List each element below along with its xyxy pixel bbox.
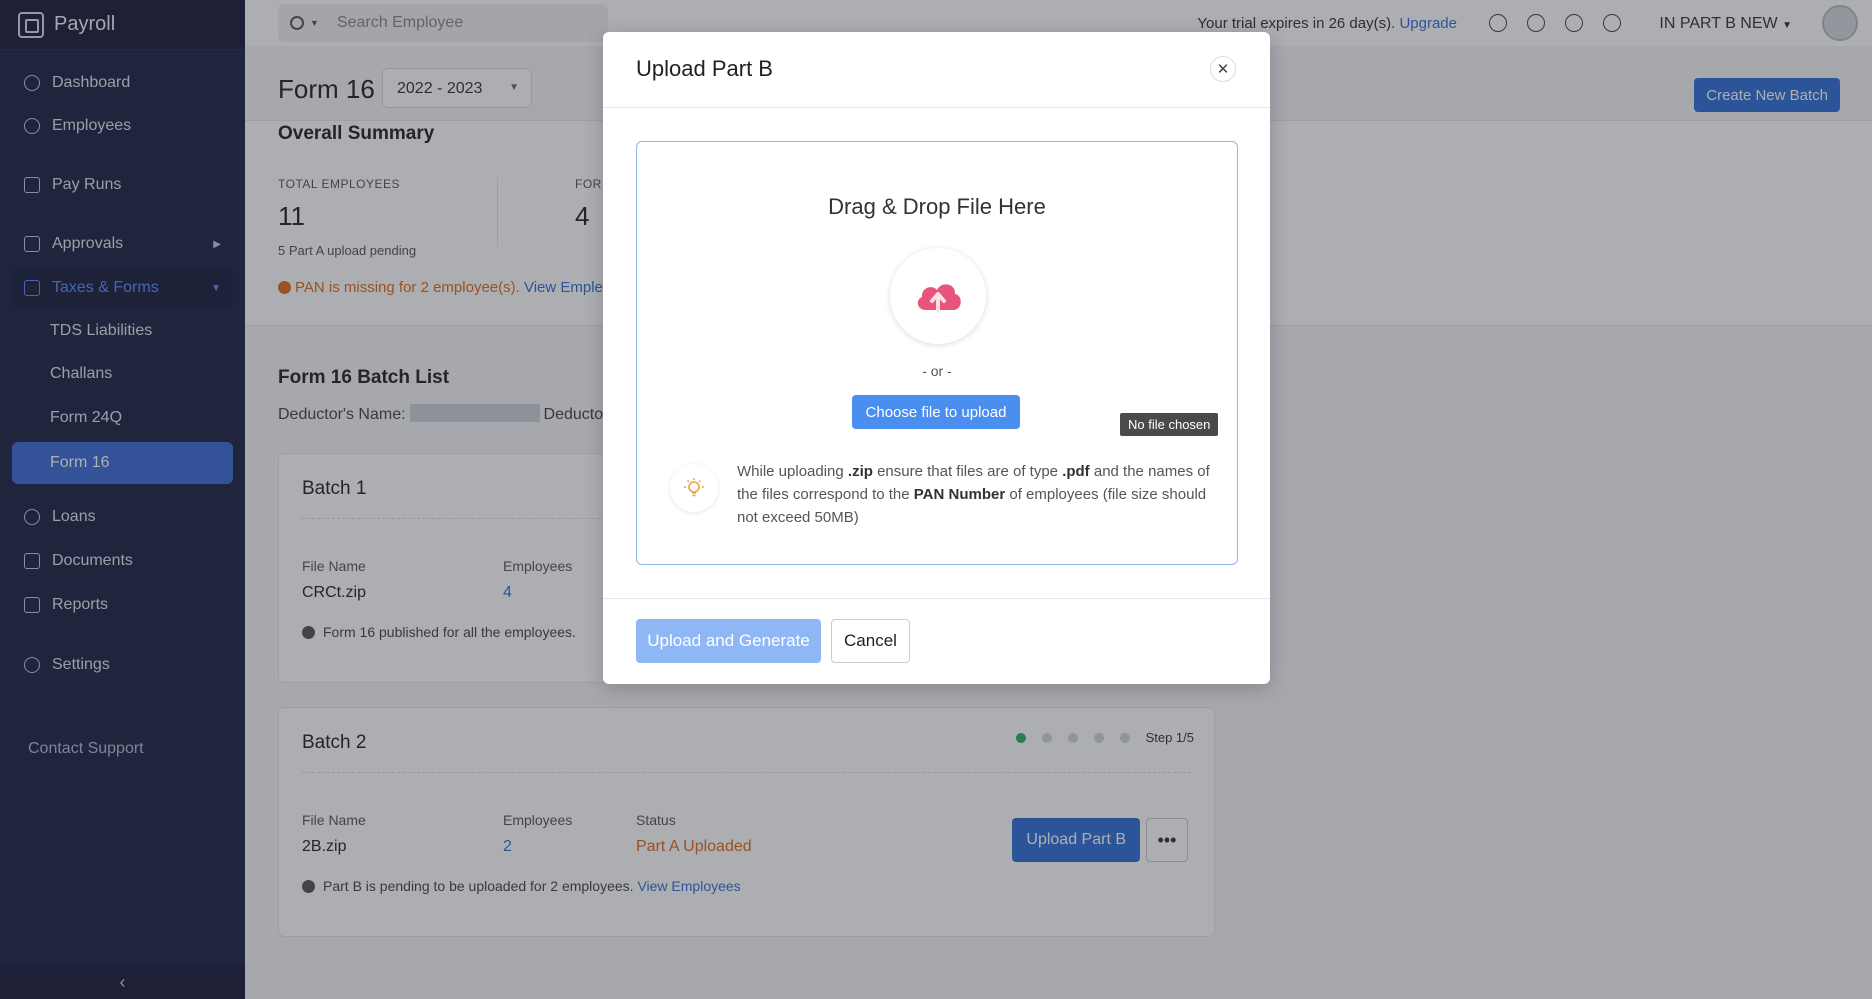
no-file-tooltip: No file chosen: [1120, 413, 1219, 436]
bulb-icon: [670, 464, 718, 512]
upload-and-generate-button[interactable]: Upload and Generate: [636, 619, 821, 663]
cloud-upload-icon: [890, 248, 986, 344]
close-icon: ✕: [1216, 61, 1230, 78]
or-separator: - or -: [922, 363, 952, 379]
hint-part: While uploading: [737, 463, 848, 480]
modal-footer: Upload and Generate Cancel: [603, 598, 1270, 684]
upload-part-b-modal: Upload Part B ✕ Drag & Drop File Here - …: [603, 32, 1270, 684]
modal-header: Upload Part B ✕: [603, 32, 1270, 108]
dropzone-title: Drag & Drop File Here: [828, 194, 1046, 219]
close-button[interactable]: ✕: [1210, 56, 1236, 82]
hint-zip: .zip: [847, 463, 873, 480]
cancel-button[interactable]: Cancel: [831, 619, 910, 663]
choose-file-button[interactable]: Choose file to upload: [852, 395, 1020, 429]
hint-part: ensure that files are of type: [872, 463, 1063, 480]
modal-title: Upload Part B: [636, 56, 773, 81]
hint-pan: PAN Number: [913, 486, 1006, 503]
file-dropzone[interactable]: Drag & Drop File Here - or - Choose file…: [636, 141, 1238, 565]
hint-pdf: .pdf: [1062, 463, 1090, 480]
upload-hint: While uploading .zip ensure that files a…: [737, 460, 1219, 529]
